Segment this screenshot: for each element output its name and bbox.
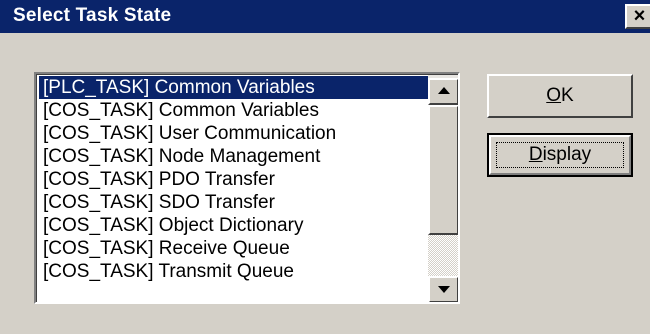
display-label-rest: isplay: [542, 144, 592, 165]
ok-label-rest: K: [561, 85, 574, 106]
scroll-down-arrow-icon: [438, 286, 450, 293]
task-state-list: [PLC_TASK] Common Variables [COS_TASK] C…: [39, 76, 429, 283]
task-state-listbox[interactable]: [PLC_TASK] Common Variables [COS_TASK] C…: [34, 72, 460, 304]
display-mnemonic: D: [528, 144, 543, 165]
title-bar: Select Task State ×: [0, 0, 650, 33]
list-item[interactable]: [COS_TASK] Transmit Queue: [39, 260, 429, 283]
list-item[interactable]: [COS_TASK] Object Dictionary: [39, 214, 429, 237]
display-button[interactable]: Display: [487, 133, 633, 177]
list-item[interactable]: [COS_TASK] Node Management: [39, 145, 429, 168]
ok-button[interactable]: OK: [487, 74, 633, 118]
list-item[interactable]: [PLC_TASK] Common Variables: [39, 76, 429, 99]
display-button-bevel: Display: [489, 135, 631, 175]
scroll-down-button[interactable]: [428, 276, 458, 302]
list-item[interactable]: [COS_TASK] SDO Transfer: [39, 191, 429, 214]
close-button[interactable]: ×: [625, 4, 650, 29]
scroll-up-arrow-icon: [438, 87, 450, 94]
list-item[interactable]: [COS_TASK] PDO Transfer: [39, 168, 429, 191]
scroll-up-button[interactable]: [428, 78, 458, 105]
ok-button-label: OK: [546, 76, 573, 116]
focus-rectangle: Display: [496, 142, 624, 168]
close-icon: ×: [633, 5, 646, 27]
vertical-scrollbar[interactable]: [428, 75, 458, 302]
list-item[interactable]: [COS_TASK] Common Variables: [39, 99, 429, 122]
listbox-frame: [PLC_TASK] Common Variables [COS_TASK] C…: [36, 74, 458, 302]
list-item[interactable]: [COS_TASK] User Communication: [39, 122, 429, 145]
scrollbar-thumb[interactable]: [428, 105, 458, 235]
dialog-title: Select Task State: [13, 5, 172, 26]
scrollbar-track[interactable]: [428, 235, 458, 277]
list-item[interactable]: [COS_TASK] Receive Queue: [39, 237, 429, 260]
ok-mnemonic: O: [546, 85, 562, 106]
